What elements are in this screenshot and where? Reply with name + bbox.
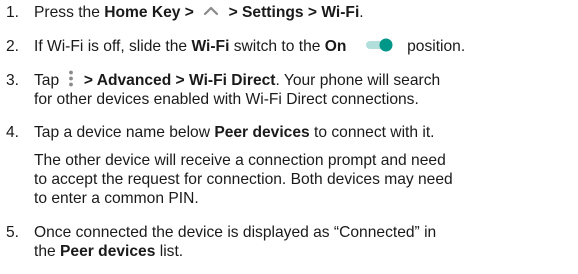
- step-text-continued: for other devices enabled with Wi-Fi Dir…: [34, 91, 419, 108]
- step-text: Press the Home Key > > Settings > Wi-Fi.: [34, 4, 364, 21]
- instruction-list: 1. Press the Home Key > > Settings > Wi-…: [0, 0, 578, 274]
- step-note-line: to accept the request for connection. Bo…: [34, 171, 453, 188]
- step-text: Once connected the device is displayed a…: [34, 224, 437, 241]
- step-text: Tap a device name below Peer devices to …: [34, 124, 435, 141]
- step-note-line: The other device will receive a connecti…: [34, 152, 446, 169]
- step-number: 1.: [6, 4, 20, 21]
- toggle-switch-on-icon: [365, 38, 393, 52]
- step-text: If Wi-Fi is off, slide the Wi-Fi switch …: [34, 38, 466, 55]
- more-options-icon: [69, 70, 74, 87]
- step-note-line: to enter a common PIN.: [34, 190, 199, 207]
- step-text-continued: the Peer devices list.: [34, 243, 184, 260]
- step-number: 4.: [6, 124, 20, 141]
- up-caret-icon: [204, 6, 219, 15]
- step-number: 3.: [6, 72, 20, 89]
- step-text: Tap > Advanced > Wi-Fi Direct. Your phon…: [34, 70, 440, 90]
- step-number: 5.: [6, 224, 20, 241]
- step-number: 2.: [6, 38, 20, 55]
